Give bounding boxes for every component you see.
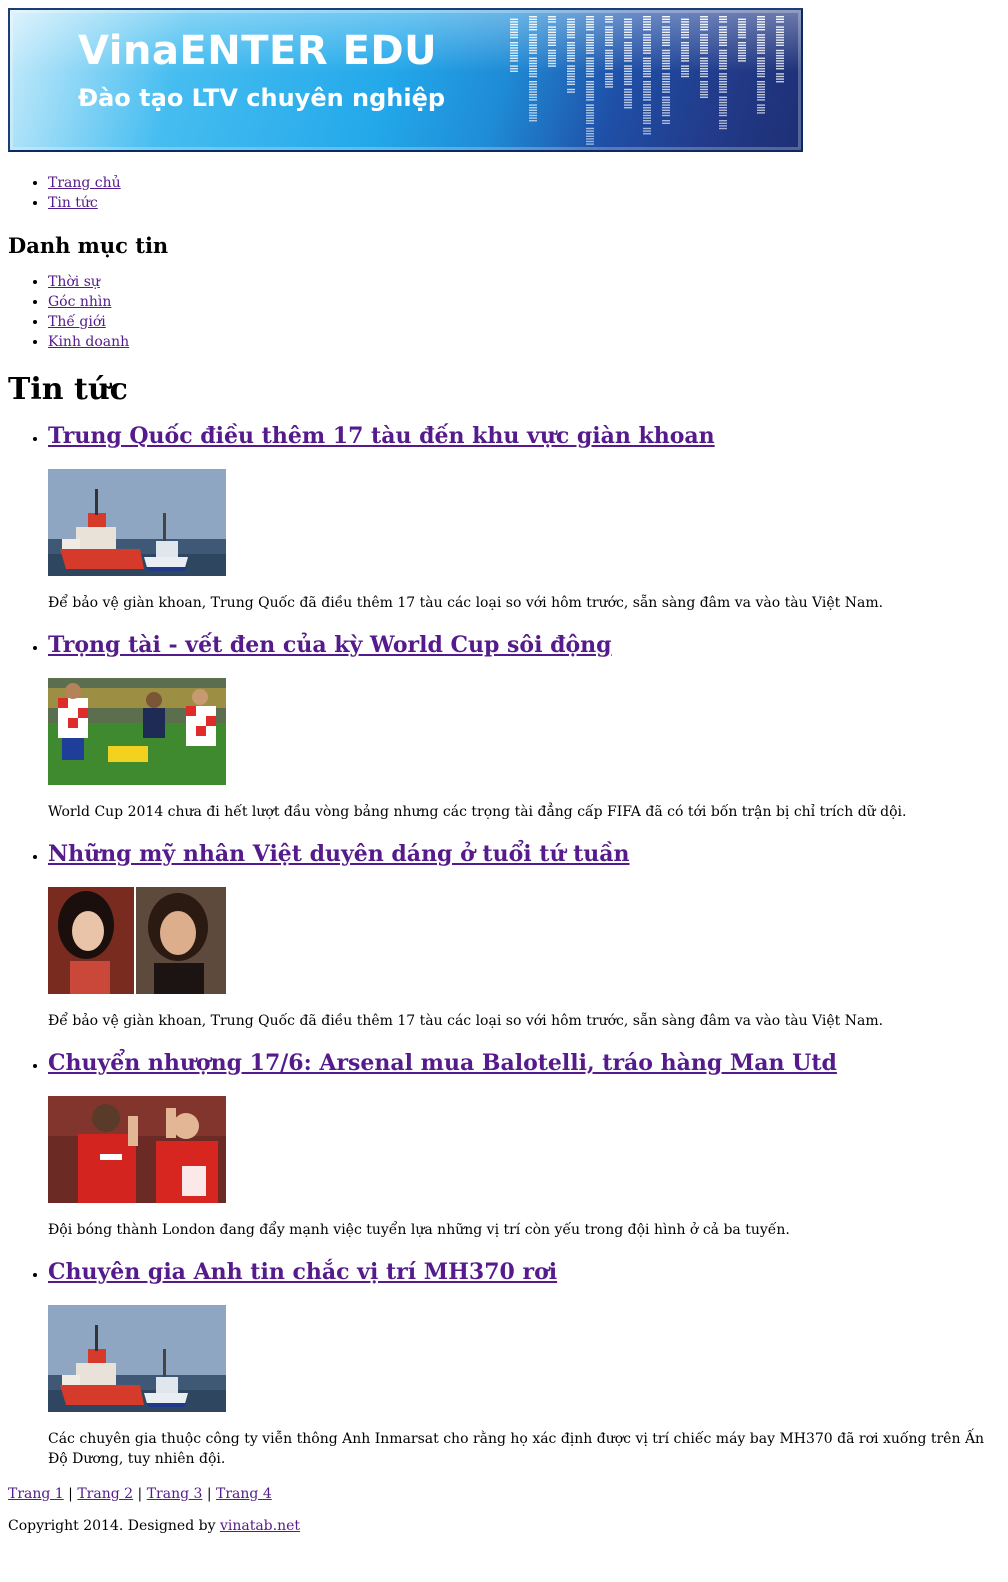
news-thumbnail-players[interactable] <box>48 1096 226 1203</box>
page-link-4[interactable]: Trang 4 <box>216 1486 272 1502</box>
news-thumbnail-ships[interactable] <box>48 1305 226 1412</box>
news-summary: Đội bóng thành London đang đẩy mạnh việc… <box>48 1222 790 1238</box>
brand-title: VinaENTER EDU <box>78 28 438 74</box>
category-item: Thời sự <box>48 272 1000 292</box>
news-title-link[interactable]: Chuyển nhượng 17/6: Arsenal mua Balotell… <box>48 1050 837 1076</box>
news-thumbnail-ships[interactable] <box>48 469 226 576</box>
category-item: Thế giới <box>48 312 1000 332</box>
top-nav: Trang chủ Tin tức <box>8 173 1000 213</box>
news-item: Chuyển nhượng 17/6: Arsenal mua Balotell… <box>48 1048 1000 1240</box>
news-title: Những mỹ nhân Việt duyên dáng ở tuổi tứ … <box>48 839 1000 869</box>
news-summary: Các chuyên gia thuộc công ty viễn thông … <box>48 1431 985 1467</box>
category-heading: Danh mục tin <box>8 233 169 258</box>
page-separator: | <box>63 1486 78 1502</box>
news-title: Trung Quốc điều thêm 17 tàu đến khu vực … <box>48 421 1000 451</box>
news-title-link[interactable]: Những mỹ nhân Việt duyên dáng ở tuổi tứ … <box>48 841 630 867</box>
news-title-link[interactable]: Trung Quốc điều thêm 17 tàu đến khu vực … <box>48 423 715 449</box>
news-title: Trọng tài - vết đen của kỳ World Cup sôi… <box>48 630 1000 660</box>
page-title: Tin tức <box>8 372 128 407</box>
page-separator: | <box>133 1486 147 1502</box>
news-item: Trung Quốc điều thêm 17 tàu đến khu vực … <box>48 421 1000 613</box>
equalizer-graphic <box>510 16 784 145</box>
page: VinaENTER EDU Đào tạo LTV chuyên nghiệp … <box>0 0 1008 1534</box>
category-item: Góc nhìn <box>48 292 1000 312</box>
nav-link-news[interactable]: Tin tức <box>48 195 98 211</box>
category-link-thoi-su[interactable]: Thời sự <box>48 274 100 290</box>
page-separator: | <box>202 1486 217 1502</box>
page-link-3[interactable]: Trang 3 <box>147 1486 203 1502</box>
news-summary: Để bảo vệ giàn khoan, Trung Quốc đã điều… <box>48 1013 884 1029</box>
nav-item: Trang chủ <box>48 173 1000 193</box>
header-banner: VinaENTER EDU Đào tạo LTV chuyên nghiệp <box>8 8 803 152</box>
footer: Copyright 2014. Designed by vinatab.net <box>8 1518 1000 1534</box>
category-list: Thời sự Góc nhìn Thế giới Kinh doanh <box>8 272 1000 352</box>
news-title-link[interactable]: Chuyên gia Anh tin chắc vị trí MH370 rơi <box>48 1259 557 1285</box>
footer-link[interactable]: vinatab.net <box>220 1518 300 1534</box>
category-link-the-gioi[interactable]: Thế giới <box>48 314 106 330</box>
category-item: Kinh doanh <box>48 332 1000 352</box>
news-thumbnail-portraits[interactable] <box>48 887 226 994</box>
news-summary: World Cup 2014 chưa đi hết lượt đầu vòng… <box>48 804 907 820</box>
news-thumbnail-football[interactable] <box>48 678 226 785</box>
nav-item: Tin tức <box>48 193 1000 213</box>
category-link-goc-nhin[interactable]: Góc nhìn <box>48 294 111 310</box>
news-item: Chuyên gia Anh tin chắc vị trí MH370 rơi… <box>48 1257 1000 1469</box>
category-link-kinh-doanh[interactable]: Kinh doanh <box>48 334 129 350</box>
news-item: Trọng tài - vết đen của kỳ World Cup sôi… <box>48 630 1000 822</box>
news-list: Trung Quốc điều thêm 17 tàu đến khu vực … <box>8 421 1000 1469</box>
news-title: Chuyên gia Anh tin chắc vị trí MH370 rơi <box>48 1257 1000 1287</box>
pagination: Trang 1 | Trang 2 | Trang 3 | Trang 4 <box>8 1486 1000 1502</box>
brand-tagline: Đào tạo LTV chuyên nghiệp <box>78 84 446 112</box>
news-item: Những mỹ nhân Việt duyên dáng ở tuổi tứ … <box>48 839 1000 1031</box>
copyright-text: Copyright 2014. Designed by <box>8 1518 220 1534</box>
news-title: Chuyển nhượng 17/6: Arsenal mua Balotell… <box>48 1048 1000 1078</box>
nav-link-home[interactable]: Trang chủ <box>48 175 121 191</box>
news-title-link[interactable]: Trọng tài - vết đen của kỳ World Cup sôi… <box>48 632 612 658</box>
page-link-2[interactable]: Trang 2 <box>77 1486 133 1502</box>
page-link-1[interactable]: Trang 1 <box>8 1486 64 1502</box>
news-summary: Để bảo vệ giàn khoan, Trung Quốc đã điều… <box>48 595 884 611</box>
